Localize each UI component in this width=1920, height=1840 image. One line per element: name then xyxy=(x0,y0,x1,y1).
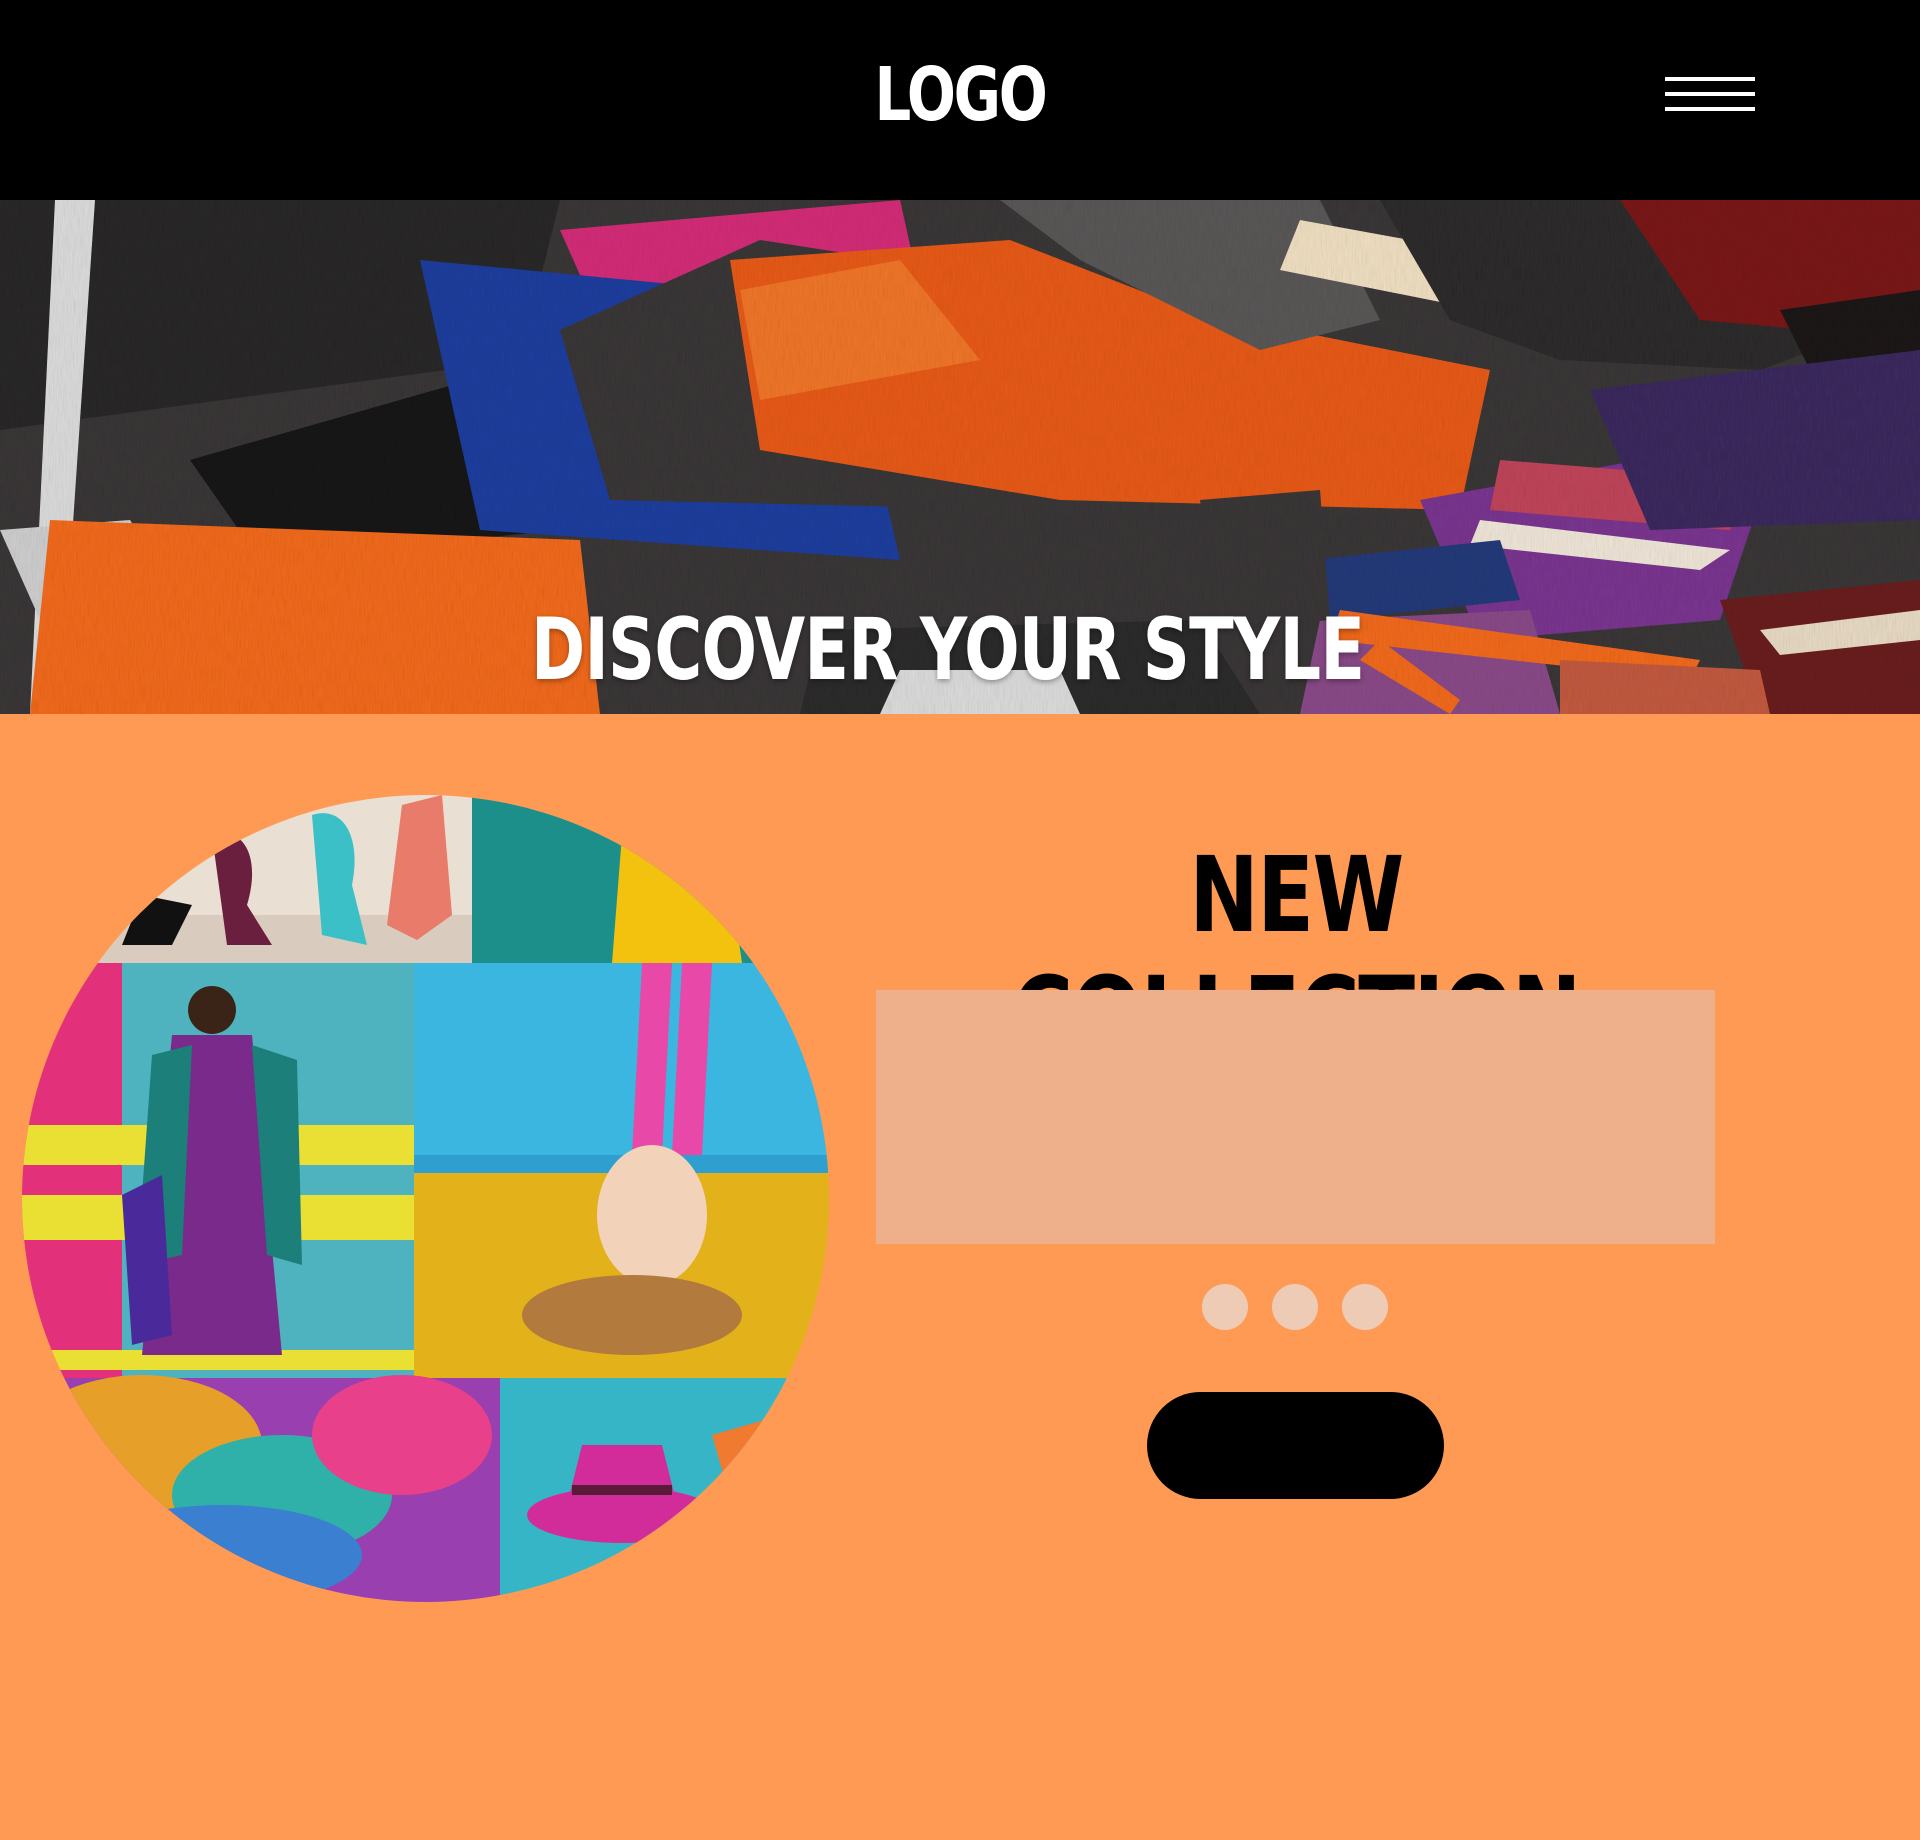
site-header: LOGO xyxy=(0,0,1920,200)
shop-collection-button[interactable] xyxy=(1147,1392,1444,1499)
collection-carousel-dots xyxy=(1202,1284,1388,1330)
hero-banner: DISCOVER YOUR STYLE xyxy=(0,200,1920,714)
collection-carousel-dot-2[interactable] xyxy=(1272,1284,1318,1330)
collection-carousel-dot-1[interactable] xyxy=(1202,1284,1248,1330)
collection-collage-image xyxy=(22,795,829,1602)
collection-description-box xyxy=(876,990,1715,1244)
hero-title: DISCOVER YOUR STYLE xyxy=(530,600,1365,700)
logo[interactable]: LOGO xyxy=(211,50,1709,140)
hamburger-menu-icon[interactable] xyxy=(1665,72,1755,122)
collection-carousel-dot-3[interactable] xyxy=(1342,1284,1388,1330)
